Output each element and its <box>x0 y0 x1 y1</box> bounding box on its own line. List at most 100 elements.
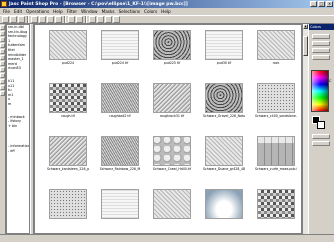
thumbnail-image[interactable] <box>101 189 139 219</box>
title-bar: Jasc Paint Shop Pro - [Browser - C:\pov\… <box>0 0 334 8</box>
menu-bar: File Edit Operations Help Filter Window … <box>0 8 334 15</box>
thumbnail-item[interactable]: pud225 tif <box>151 30 193 65</box>
thumbnail-item[interactable] <box>151 189 193 220</box>
thumbnail-image[interactable] <box>205 189 243 219</box>
thumbnail-item[interactable]: roughrock31 tif <box>151 83 193 118</box>
tree-item[interactable]: - eff <box>7 149 29 154</box>
zoom-tool-icon[interactable] <box>0 31 5 36</box>
folder-tree[interactable]: sm-in-dbl sm-tin-ibug technology 1 tutte… <box>6 24 30 234</box>
menu-colors[interactable]: Colors <box>144 9 157 14</box>
thumbnail-item[interactable]: Schwarz_Rainbow_226_M <box>99 136 141 171</box>
app-icon[interactable] <box>1 1 7 7</box>
thumbnail-image[interactable] <box>257 83 295 113</box>
thumbnail-item[interactable]: roughball2 tif <box>99 83 141 118</box>
palette-button[interactable] <box>312 34 330 39</box>
thumbnail-image[interactable] <box>205 30 243 60</box>
menu-file[interactable]: File <box>3 9 10 14</box>
thumbnail-item[interactable]: Schwarz_curfe_moes.pub.tif <box>255 136 297 171</box>
dropper-tool-icon[interactable] <box>0 61 5 66</box>
thumbnail-item[interactable]: rough.tif <box>47 83 89 118</box>
menu-filter[interactable]: Filter <box>67 9 77 14</box>
thumbnail-image[interactable] <box>101 30 139 60</box>
cut-icon[interactable] <box>39 16 46 23</box>
thumbnail-image[interactable] <box>153 83 191 113</box>
undo-icon[interactable] <box>68 16 75 23</box>
wand-tool-icon[interactable] <box>0 55 5 60</box>
thumbnail-caption: Schwarz_Crawl_Hd40.tif <box>152 167 192 171</box>
thumbnail-image[interactable] <box>101 136 139 166</box>
thumbnail-item[interactable]: Schwarz_kantsteen_226_pl <box>47 136 89 171</box>
menu-selections[interactable]: Selections <box>119 9 140 14</box>
help-icon[interactable] <box>113 16 120 23</box>
thumbnail-item[interactable] <box>99 189 141 220</box>
minimize-button[interactable]: _ <box>310 1 317 7</box>
thumbnail-image[interactable] <box>257 136 295 166</box>
arrow-tool-icon[interactable] <box>0 25 5 30</box>
toolbar-separator <box>64 16 66 23</box>
palette-button[interactable] <box>312 55 330 60</box>
color-palette: Colors C <box>308 24 334 234</box>
thumbnail-item[interactable]: Schwarz_Gravel_226_Nature <box>203 83 245 118</box>
new-file-icon[interactable] <box>2 16 9 23</box>
thumbnail-item[interactable]: pud224 <box>47 30 89 65</box>
browse-icon[interactable] <box>105 16 112 23</box>
crop-tool-icon[interactable] <box>0 37 5 42</box>
thumbnail-image[interactable] <box>257 189 295 219</box>
thumbnail-caption: roughball2 tif <box>109 114 131 118</box>
thumbnail-item[interactable] <box>255 189 297 220</box>
menu-masks[interactable]: Masks <box>102 9 115 14</box>
lasso-tool-icon[interactable] <box>0 49 5 54</box>
thumbnail-image[interactable] <box>257 30 295 60</box>
thumbnail-image[interactable] <box>49 189 87 219</box>
redo-icon[interactable] <box>76 16 83 23</box>
fill-tool-icon[interactable] <box>0 85 5 90</box>
color-spectrum[interactable] <box>311 70 329 112</box>
tree-item[interactable]: technology <box>7 34 29 39</box>
thumbnail-caption: Schwarz_Duane_gr428_48a <box>203 167 245 171</box>
thumbnail-caption: pud224 tif <box>111 61 129 65</box>
eraser-tool-icon[interactable] <box>0 79 5 84</box>
thumbnail-item[interactable]: Schwarz_Duane_gr428_48a <box>203 136 245 171</box>
palette-button[interactable] <box>312 41 330 46</box>
paste-icon[interactable] <box>55 16 62 23</box>
thumbnail-image[interactable] <box>49 30 87 60</box>
thumbnail-image[interactable] <box>49 83 87 113</box>
window-controls: _ □ x <box>310 1 333 7</box>
thumbnail-item[interactable]: Schwarz_Crawl_Hd40.tif <box>151 136 193 171</box>
thumbnail-item[interactable]: Schwarz_c400_sandstone.tif <box>255 83 297 118</box>
palette-button[interactable] <box>312 141 330 146</box>
thumbnail-item[interactable]: pud224 tif <box>99 30 141 65</box>
menu-help[interactable]: Help <box>161 9 171 14</box>
thumbnail-item[interactable] <box>47 189 89 220</box>
menu-edit[interactable]: Edit <box>14 9 22 14</box>
palette-button[interactable] <box>312 134 330 139</box>
select-tool-icon[interactable] <box>0 43 5 48</box>
thumbnail-caption: Schwarz_c400_sandstone.tif <box>255 114 297 118</box>
print-icon[interactable] <box>31 16 38 23</box>
thumbnail-image[interactable] <box>205 83 243 113</box>
open-folder-icon[interactable] <box>10 16 17 23</box>
maximize-button[interactable]: □ <box>318 1 325 7</box>
menu-window[interactable]: Window <box>81 9 98 14</box>
thumbnail-image[interactable] <box>153 30 191 60</box>
palette-button[interactable] <box>312 48 330 53</box>
thumbnail-item[interactable]: rock <box>255 30 297 65</box>
menu-operations[interactable]: Operations <box>26 9 49 14</box>
thumbnail-image[interactable] <box>153 136 191 166</box>
zoom-in-icon[interactable] <box>89 16 96 23</box>
thumbnail-image[interactable] <box>101 83 139 113</box>
clone-tool-icon[interactable] <box>0 73 5 78</box>
thumbnail-image[interactable] <box>205 136 243 166</box>
thumbnail-image[interactable] <box>153 189 191 219</box>
zoom-out-icon[interactable] <box>97 16 104 23</box>
menu-help-1[interactable]: Help <box>53 9 63 14</box>
copy-icon[interactable] <box>47 16 54 23</box>
thumbnail-item[interactable] <box>203 189 245 220</box>
thumbnail-image[interactable] <box>49 136 87 166</box>
text-tool-icon[interactable] <box>0 91 5 96</box>
close-button[interactable]: x <box>326 1 333 7</box>
brush-tool-icon[interactable] <box>0 67 5 72</box>
thumbnail-item[interactable]: pud30 tif <box>203 30 245 65</box>
save-icon[interactable] <box>18 16 25 23</box>
background-swatch[interactable] <box>317 121 325 129</box>
